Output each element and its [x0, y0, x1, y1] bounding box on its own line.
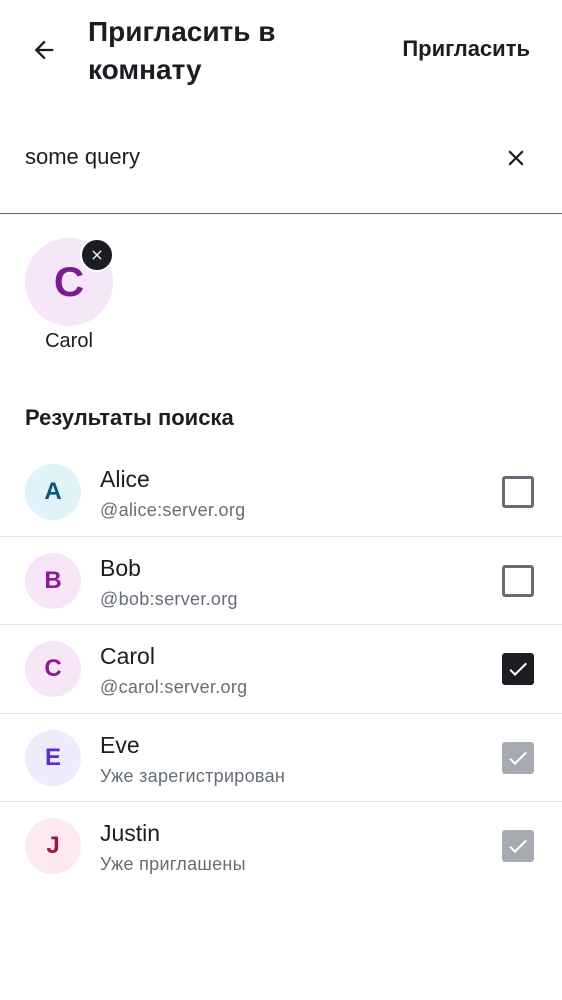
search-results-list: A Alice @alice:server.org B Bob @bob:server.o…: [0, 448, 562, 891]
user-subtitle: @bob:server.org: [100, 588, 238, 609]
user-name: Alice: [100, 466, 150, 492]
top-app-bar: Пригласить в комнату Пригласить: [0, 0, 562, 100]
avatar: C: [25, 641, 81, 697]
check-icon: [509, 839, 527, 853]
avatar: B: [25, 552, 81, 609]
list-item[interactable]: B Bob @bob:server.org: [0, 537, 562, 625]
user-name: Eve: [100, 731, 140, 758]
check-icon: [509, 751, 527, 765]
close-icon: [508, 150, 524, 166]
arrow-left-icon: [34, 40, 54, 60]
select-checkbox: [502, 741, 534, 774]
remove-selected-button[interactable]: [80, 238, 114, 272]
list-item: J Justin Уже приглашены: [0, 802, 562, 891]
user-subtitle: Уже зарегистрирован: [100, 765, 286, 786]
search-bar: [0, 112, 562, 214]
select-checkbox[interactable]: [502, 564, 534, 597]
back-button[interactable]: [22, 28, 66, 72]
user-name: Bob: [100, 554, 141, 581]
section-title: Результаты поиска: [25, 405, 234, 430]
invite-button[interactable]: Пригласить: [402, 36, 530, 62]
clear-search-button[interactable]: [498, 140, 534, 176]
page-title: Пригласить в комнату: [88, 16, 276, 85]
user-name: Carol: [100, 643, 155, 669]
avatar: A: [25, 464, 81, 520]
selected-user-name: Carol: [45, 330, 93, 352]
select-checkbox[interactable]: [502, 653, 534, 685]
select-checkbox[interactable]: [502, 476, 534, 508]
user-subtitle: @alice:server.org: [100, 500, 246, 520]
list-item[interactable]: A Alice @alice:server.org: [0, 448, 562, 537]
search-input[interactable]: [25, 142, 465, 172]
user-subtitle: Уже приглашены: [100, 854, 246, 874]
avatar: J: [25, 818, 81, 874]
close-icon: [92, 250, 102, 260]
list-item: E Eve Уже зарегистрирован: [0, 714, 562, 802]
user-subtitle: @carol:server.org: [100, 677, 248, 697]
avatar: E: [25, 729, 81, 786]
list-item[interactable]: C Carol @carol:server.org: [0, 625, 562, 714]
user-name: Justin: [100, 820, 161, 846]
check-icon: [509, 662, 527, 676]
select-checkbox: [502, 830, 534, 862]
